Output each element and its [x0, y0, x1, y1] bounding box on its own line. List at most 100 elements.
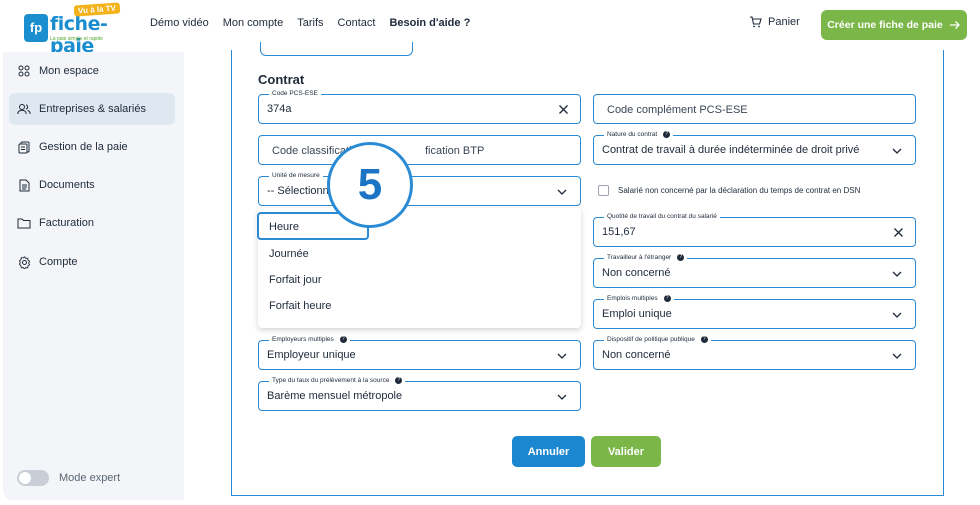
politique-publique-value: Non concerné: [602, 349, 671, 361]
sidebar: Mon espace Entreprises & salariés Gestio…: [3, 52, 184, 500]
travailleur-etranger-select[interactable]: Travailleur à l'étranger? Non concerné: [593, 254, 916, 288]
employeurs-multiples-value: Employeur unique: [267, 349, 356, 361]
emplois-multiples-label-text: Emplois multiples: [607, 295, 658, 302]
nature-contrat-value: Contrat de travail à durée indéterminée …: [602, 144, 860, 156]
sidebar-item-gestion-paie[interactable]: Gestion de la paie: [9, 131, 175, 163]
nature-contrat-label: Nature du contrat?: [604, 131, 674, 138]
sidebar-item-label: Facturation: [39, 217, 95, 229]
politique-publique-label: Dispositif de politique publique?: [604, 336, 711, 343]
classification-btp-placeholder-right: fication BTP: [425, 145, 485, 157]
employeurs-multiples-label-text: Employeurs multiples: [272, 336, 334, 343]
pcs-ese-value: 374a: [267, 103, 292, 115]
section-title: Contrat: [258, 72, 305, 87]
cancel-button[interactable]: Annuler: [512, 436, 585, 467]
politique-publique-select[interactable]: Dispositif de politique publique? Non co…: [593, 336, 916, 370]
travailleur-etranger-value: Non concerné: [602, 267, 671, 279]
nav-contact[interactable]: Contact: [338, 17, 376, 29]
submit-button[interactable]: Valider: [591, 436, 661, 467]
sidebar-item-label: Documents: [39, 179, 95, 191]
payroll-icon: [17, 140, 31, 154]
travailleur-etranger-label: Travailleur à l'étranger?: [604, 254, 688, 261]
sidebar-item-label: Compte: [39, 256, 78, 268]
employeurs-multiples-label: Employeurs multiples?: [269, 336, 350, 343]
help-icon[interactable]: ?: [395, 377, 403, 384]
dsn-checkbox-label: Salarié non concerné par la déclaration …: [618, 186, 861, 195]
chevron-down-icon: [557, 189, 567, 195]
logo[interactable]: fp fiche-paie Vu à la TV La paie simple …: [20, 2, 130, 57]
sidebar-item-label: Entreprises & salariés: [39, 103, 146, 115]
emplois-multiples-value: Emploi unique: [602, 308, 672, 320]
politique-publique-label-text: Dispositif de politique publique: [607, 336, 695, 343]
previous-section-button-edge[interactable]: [260, 42, 413, 56]
sidebar-item-mon-espace[interactable]: Mon espace: [9, 55, 175, 87]
users-icon: [17, 102, 31, 116]
employeurs-multiples-select[interactable]: Employeurs multiples? Employeur unique: [258, 336, 581, 370]
expert-mode-toggle[interactable]: [17, 470, 49, 486]
taux-prelevement-value: Barème mensuel métropole: [267, 390, 403, 402]
nav-demo-video[interactable]: Démo vidéo: [150, 17, 209, 29]
chevron-down-icon: [892, 353, 902, 359]
taux-prelevement-label-text: Type du taux du prélèvement à la source: [272, 377, 390, 384]
taux-prelevement-label: Type du taux du prélèvement à la source?: [269, 377, 406, 384]
help-icon[interactable]: ?: [700, 336, 708, 343]
unite-mesure-value: -- Sélectionn: [267, 185, 329, 197]
clear-icon[interactable]: [892, 226, 905, 239]
dsn-checkbox[interactable]: [598, 185, 609, 196]
unite-mesure-select[interactable]: Unité de mesure -- Sélectionn: [258, 172, 581, 206]
arrow-right-icon: [949, 21, 960, 29]
dropdown-option-journee[interactable]: Journée: [269, 248, 309, 260]
top-header: fp fiche-paie Vu à la TV La paie simple …: [0, 0, 980, 57]
emplois-multiples-label: Emplois multiples?: [604, 295, 674, 302]
nature-contrat-select[interactable]: Nature du contrat? Contrat de travail à …: [593, 131, 916, 165]
clear-icon[interactable]: [557, 103, 570, 116]
unite-mesure-label: Unité de mesure: [269, 172, 323, 179]
nav-besoin-aide[interactable]: Besoin d'aide ?: [389, 17, 470, 29]
chevron-down-icon: [892, 312, 902, 318]
sidebar-item-label: Mon espace: [39, 65, 99, 77]
logo-tagline: La paie simple et rapide: [50, 36, 104, 42]
travailleur-etranger-label-text: Travailleur à l'étranger: [607, 254, 672, 261]
cart-icon: [750, 16, 762, 28]
taux-prelevement-select[interactable]: Type du taux du prélèvement à la source?…: [258, 377, 581, 411]
sidebar-item-entreprises[interactable]: Entreprises & salariés: [9, 93, 175, 125]
chevron-down-icon: [892, 271, 902, 277]
dashboard-icon: [17, 64, 31, 78]
help-icon[interactable]: ?: [663, 131, 671, 138]
expert-mode-toggle-row: Mode expert: [17, 470, 120, 486]
pcs-ese-field[interactable]: Code PCS-ESE 374a: [258, 90, 581, 124]
app-root: fp fiche-paie Vu à la TV La paie simple …: [0, 0, 980, 505]
nav-mon-compte[interactable]: Mon compte: [223, 17, 284, 29]
nav-tarifs[interactable]: Tarifs: [297, 17, 323, 29]
sidebar-item-facturation[interactable]: Facturation: [9, 207, 175, 239]
quotite-label: Quotité de travail du contrat du salarié: [604, 213, 720, 220]
help-icon[interactable]: ?: [677, 254, 685, 261]
sidebar-item-label: Gestion de la paie: [39, 141, 128, 153]
classification-btp-field[interactable]: Code classificati fication BTP: [258, 135, 581, 165]
pcs-ese-complement-field[interactable]: Code complément PCS-ESE: [593, 94, 916, 124]
quotite-field[interactable]: Quotité de travail du contrat du salarié…: [593, 213, 916, 247]
document-icon: [17, 178, 31, 192]
nature-contrat-label-text: Nature du contrat: [607, 131, 658, 138]
folder-icon: [17, 216, 31, 230]
logo-mark-icon: fp: [24, 14, 48, 42]
gear-icon: [17, 255, 31, 269]
main-nav: Démo vidéo Mon compte Tarifs Contact Bes…: [150, 17, 484, 29]
quotite-value: 151,67: [602, 226, 636, 238]
expert-mode-label: Mode expert: [59, 472, 121, 484]
pcs-ese-complement-placeholder: Code complément PCS-ESE: [607, 104, 748, 116]
sidebar-item-compte[interactable]: Compte: [9, 246, 175, 278]
emplois-multiples-select[interactable]: Emplois multiples? Emploi unique: [593, 295, 916, 329]
dropdown-option-forfait-jour[interactable]: Forfait jour: [269, 274, 322, 286]
create-payslip-label: Créer une fiche de paie: [827, 19, 943, 31]
logo-name: fiche-paie: [50, 13, 108, 57]
chevron-down-icon: [557, 394, 567, 400]
help-icon[interactable]: ?: [663, 295, 671, 302]
chevron-down-icon: [557, 353, 567, 359]
pcs-ese-label: Code PCS-ESE: [269, 90, 321, 97]
help-icon[interactable]: ?: [339, 336, 347, 343]
sidebar-item-documents[interactable]: Documents: [9, 169, 175, 201]
dropdown-option-forfait-heure[interactable]: Forfait heure: [269, 300, 331, 312]
chevron-down-icon: [892, 148, 902, 154]
cart-link[interactable]: Panier: [749, 16, 800, 28]
create-payslip-button[interactable]: Créer une fiche de paie: [821, 10, 967, 40]
